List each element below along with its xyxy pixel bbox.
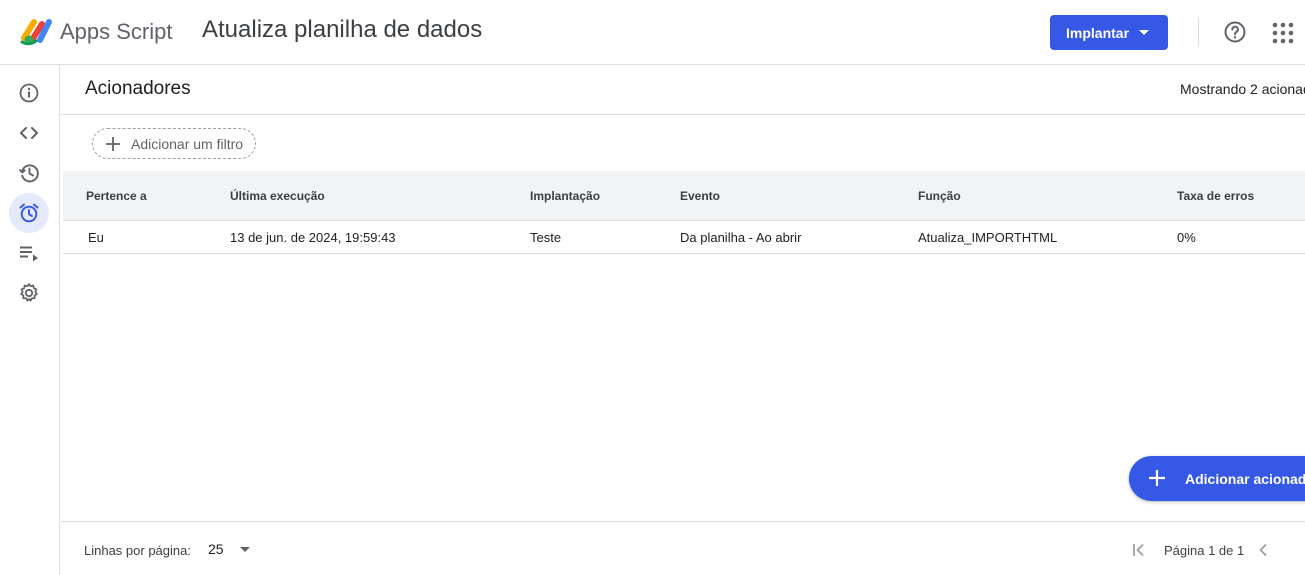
chevron-down-icon bbox=[1139, 30, 1149, 35]
page-title: Acionadores bbox=[85, 78, 191, 99]
plus-icon bbox=[106, 137, 120, 151]
sidebar-item-executions-history[interactable] bbox=[9, 153, 49, 193]
alarm-clock-icon bbox=[19, 203, 39, 223]
rows-per-page-value: 25 bbox=[208, 541, 224, 557]
sidebar-item-editor[interactable] bbox=[9, 113, 49, 153]
rows-per-page-label: Linhas por página: bbox=[84, 543, 191, 558]
main-content: Acionadores Mostrando 2 acionadores Adic… bbox=[61, 65, 1305, 575]
dropdown-arrow-icon bbox=[240, 547, 250, 552]
sidebar-item-overview[interactable] bbox=[9, 73, 49, 113]
column-header-error-rate[interactable]: Taxa de erros bbox=[1177, 189, 1254, 203]
code-icon bbox=[20, 127, 38, 139]
header-divider bbox=[1198, 18, 1199, 46]
brand-name: Apps Script bbox=[60, 19, 173, 44]
playlist-play-icon bbox=[20, 246, 38, 262]
table-row[interactable]: Eu 13 de jun. de 2024, 19:59:43 Teste Da… bbox=[63, 221, 1305, 254]
add-trigger-label: Adicionar acionador bbox=[1185, 470, 1305, 487]
info-icon bbox=[19, 83, 39, 103]
first-page-icon[interactable] bbox=[1129, 540, 1149, 560]
sidebar-item-settings[interactable] bbox=[9, 273, 49, 313]
column-header-function[interactable]: Função bbox=[918, 189, 961, 203]
cell-error-rate: 0% bbox=[1177, 230, 1196, 245]
table-header: Pertence a Última execução Implantação E… bbox=[63, 171, 1305, 221]
page-info: Página 1 de 1 bbox=[1164, 543, 1245, 558]
cell-function: Atualiza_IMPORTHTML bbox=[918, 230, 1058, 245]
rows-per-page-select[interactable]: 25 bbox=[208, 540, 258, 560]
plus-icon bbox=[1149, 470, 1165, 486]
column-header-last-run[interactable]: Última execução bbox=[230, 189, 325, 203]
project-title[interactable]: Atualiza planilha de dados bbox=[202, 16, 482, 44]
deploy-button-label: Implantar bbox=[1066, 24, 1130, 41]
google-apps-icon[interactable] bbox=[1272, 22, 1294, 44]
sidebar-item-triggers[interactable] bbox=[9, 193, 49, 233]
cell-owner: Eu bbox=[88, 230, 104, 245]
gear-icon bbox=[20, 283, 38, 302]
column-header-owner[interactable]: Pertence a bbox=[86, 189, 147, 203]
cell-last-run: 13 de jun. de 2024, 19:59:43 bbox=[230, 230, 396, 245]
cell-deployment: Teste bbox=[530, 230, 562, 245]
sidebar-item-executions[interactable] bbox=[9, 233, 49, 273]
pagination-footer: Linhas por página: 25 Página 1 de 1 bbox=[61, 521, 1305, 575]
column-header-event[interactable]: Evento bbox=[680, 189, 720, 203]
history-icon bbox=[18, 164, 39, 183]
deploy-button[interactable]: Implantar bbox=[1050, 15, 1168, 50]
add-filter-label: Adicionar um filtro bbox=[131, 135, 244, 152]
column-header-deployment[interactable]: Implantação bbox=[530, 189, 600, 203]
apps-script-logo-icon[interactable] bbox=[20, 16, 54, 46]
sidebar bbox=[0, 65, 60, 575]
top-bar: Apps Script Atualiza planilha de dados I… bbox=[0, 0, 1305, 65]
help-icon[interactable] bbox=[1223, 20, 1247, 44]
add-filter-button[interactable]: Adicionar um filtro bbox=[92, 128, 256, 159]
page-header: Acionadores Mostrando 2 acionadores bbox=[61, 65, 1305, 115]
chevron-left-icon[interactable] bbox=[1253, 540, 1273, 560]
cell-event: Da planilha - Ao abrir bbox=[680, 230, 802, 245]
add-trigger-button[interactable]: Adicionar acionador bbox=[1129, 456, 1305, 501]
triggers-count: Mostrando 2 acionadores bbox=[1180, 81, 1305, 97]
